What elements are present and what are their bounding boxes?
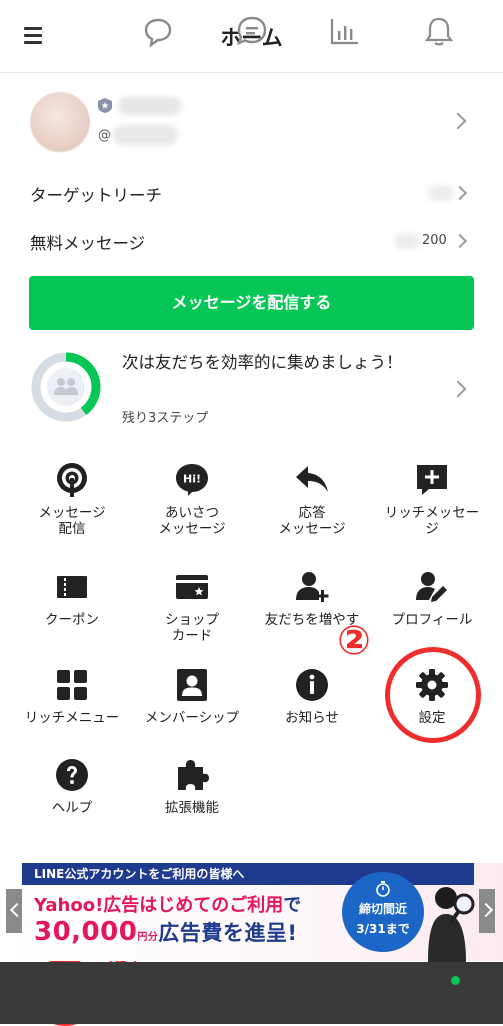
menu-label: クーポン bbox=[45, 612, 99, 628]
rich-message-icon bbox=[417, 465, 447, 495]
menu-label: 拡張機能 bbox=[165, 800, 219, 816]
person-with-magnifier-illustration bbox=[428, 887, 475, 962]
chevron-right-icon[interactable] bbox=[452, 185, 468, 201]
menu-rich-menu[interactable]: リッチメニュー bbox=[12, 668, 132, 726]
home-tab-icon[interactable] bbox=[46, 14, 80, 48]
greeting-icon: Hi! bbox=[176, 464, 208, 496]
svg-text:Hi!: Hi! bbox=[183, 473, 201, 486]
menu-label: あいさつ メッセージ bbox=[158, 505, 226, 537]
free-messages-label[interactable]: 無料メッセージ bbox=[30, 230, 145, 254]
banner-amount: 30,000 bbox=[34, 917, 138, 947]
free-messages-limit: 200 bbox=[422, 233, 447, 248]
reply-icon bbox=[296, 466, 328, 492]
next-step-title[interactable]: 次は友だちを効率的に集めましょう！ bbox=[122, 350, 412, 376]
menu-coupon[interactable]: クーポン bbox=[12, 570, 132, 628]
target-reach-value-blurred bbox=[428, 185, 454, 201]
membership-icon bbox=[177, 669, 207, 701]
annotation-circle-settings bbox=[385, 647, 481, 743]
banner-offer: 30,000円分広告費を進呈! bbox=[34, 917, 297, 947]
account-id-blurred bbox=[112, 125, 178, 145]
menu-label: メッセージ 配信 bbox=[38, 505, 106, 537]
account-name-blurred bbox=[118, 97, 182, 115]
menu-label: ショップ カード bbox=[165, 612, 219, 644]
chevron-right-icon[interactable] bbox=[452, 233, 468, 249]
step-progress-ring bbox=[31, 352, 101, 422]
menu-rich-message[interactable]: リッチメッセー ジ bbox=[372, 463, 492, 537]
menu-greeting-message[interactable]: Hi! あいさつ メッセージ bbox=[132, 463, 252, 537]
banner-amount-unit: 円分 bbox=[137, 932, 159, 943]
menu-label: 応答 メッセージ bbox=[278, 505, 346, 537]
deadline-date: 3/31まで bbox=[356, 922, 410, 936]
deadline-badge: 締切間近 3/31まで bbox=[342, 872, 424, 952]
avatar bbox=[30, 92, 90, 152]
banner-headline-main: Yahoo!広告はじめてのご利用 bbox=[34, 895, 284, 916]
broadcast-icon bbox=[57, 463, 87, 497]
menu-news[interactable]: お知らせ bbox=[252, 668, 372, 726]
banner-headline: Yahoo!広告はじめてのご利用で bbox=[34, 891, 301, 917]
free-messages-used-blurred bbox=[394, 233, 420, 249]
notifications-tab-icon[interactable] bbox=[422, 14, 456, 48]
send-message-button[interactable]: メッセージを配信する bbox=[29, 276, 474, 330]
timer-icon bbox=[376, 881, 390, 897]
menu-label: ヘルプ bbox=[51, 800, 93, 816]
banner-headline-tail: で bbox=[283, 895, 302, 916]
shop-card-icon bbox=[176, 575, 208, 599]
banner-prev-button[interactable] bbox=[6, 889, 25, 933]
chevron-right-icon bbox=[478, 902, 494, 918]
deadline-text: 締切間近 bbox=[358, 902, 407, 916]
menu-label: プロフィール bbox=[391, 612, 473, 628]
messages-tab-icon[interactable] bbox=[235, 14, 269, 48]
chevron-right-icon[interactable] bbox=[449, 380, 467, 398]
puzzle-icon bbox=[178, 760, 209, 790]
bottom-tab-bar bbox=[0, 962, 503, 1024]
account-id-prefix: @ bbox=[98, 128, 111, 143]
add-friend-icon bbox=[296, 572, 329, 602]
banner-offer-text: 広告費を進呈! bbox=[158, 921, 298, 945]
coupon-icon bbox=[57, 576, 87, 598]
menu-label: お知らせ bbox=[285, 710, 339, 726]
menu-label: リッチメッセー ジ bbox=[384, 505, 480, 537]
menu-profile[interactable]: プロフィール bbox=[372, 570, 492, 628]
menu-help[interactable]: ヘルプ bbox=[12, 758, 132, 816]
target-reach-label[interactable]: ターゲットリーチ bbox=[30, 182, 162, 206]
banner-next-button[interactable] bbox=[478, 889, 495, 933]
menu-label: リッチメニュー bbox=[24, 710, 120, 726]
menu-broadcast[interactable]: メッセージ 配信 bbox=[12, 463, 132, 537]
menu-auto-reply[interactable]: 応答 メッセージ bbox=[252, 463, 372, 537]
info-icon bbox=[296, 669, 328, 701]
menu-extensions[interactable]: 拡張機能 bbox=[132, 758, 252, 816]
profile-edit-icon bbox=[416, 572, 447, 602]
notification-dot bbox=[451, 976, 460, 985]
menu-membership[interactable]: メンバーシップ bbox=[132, 668, 252, 726]
analytics-tab-icon[interactable] bbox=[328, 14, 362, 48]
help-icon bbox=[56, 759, 88, 791]
chat-tab-icon[interactable] bbox=[141, 14, 175, 48]
remaining-steps: 残り3ステップ bbox=[122, 411, 209, 426]
annotation-number-two: ② bbox=[337, 618, 371, 664]
verified-badge-icon bbox=[98, 98, 112, 113]
menu-label: メンバーシップ bbox=[144, 710, 240, 726]
rich-menu-icon bbox=[57, 670, 87, 700]
chevron-left-icon bbox=[9, 902, 25, 918]
menu-shop-card[interactable]: ショップ カード bbox=[132, 570, 252, 644]
